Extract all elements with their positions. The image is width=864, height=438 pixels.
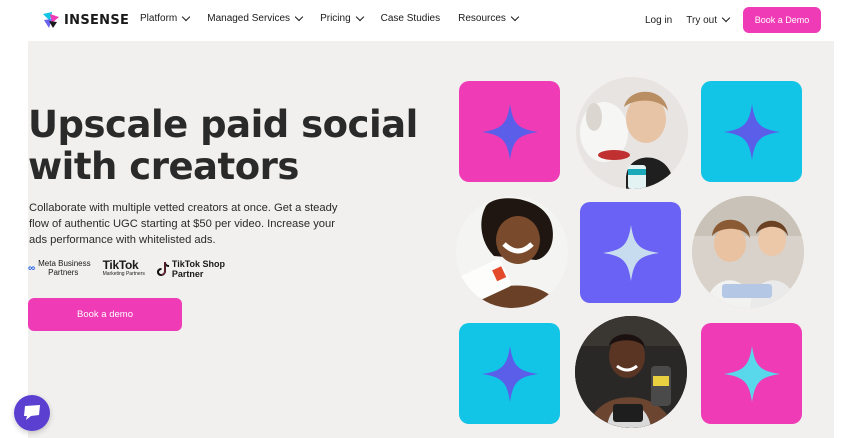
account-nav: Log in Try out Book a Demo: [645, 7, 821, 33]
hero-headline: Upscale paid social with creators: [28, 104, 418, 188]
nav-item-platform[interactable]: Platform: [140, 12, 191, 24]
nav-item-label: Resources: [458, 13, 506, 24]
sparkle-star-icon: [723, 345, 780, 402]
nav-item-case-studies[interactable]: Case Studies: [381, 13, 440, 24]
tiktok-partner-badge: TikTok Marketing Partners: [103, 259, 145, 277]
nav-item-pricing[interactable]: Pricing: [320, 12, 364, 24]
creator-photo-kids: [692, 196, 804, 308]
chevron-down-icon: [355, 12, 364, 21]
chat-widget-button[interactable]: [14, 395, 50, 431]
hero-subtitle: Collaborate with multiple vetted creator…: [29, 202, 338, 246]
nav-item-label: Pricing: [320, 13, 351, 24]
chevron-down-icon: [294, 12, 304, 21]
meta-partner-badge: ∞ Meta Business Partners: [28, 259, 91, 277]
sparkle-tile-cyan-bottom: [459, 323, 560, 424]
creator-photo-product: [456, 196, 568, 308]
sparkle-star-icon: [602, 224, 659, 281]
main-nav: Platform Managed Services Pricing Case S…: [140, 12, 536, 24]
partner-badges: ∞ Meta Business Partners TikTok Marketin…: [28, 259, 225, 279]
sparkle-star-icon: [723, 103, 780, 160]
tiktok-shop-partner-badge: TikTok Shop Partner: [156, 259, 226, 279]
chevron-down-icon: [181, 12, 191, 21]
top-navigation: INSENSE Platform Managed Services Pricin…: [0, 0, 864, 40]
try-out-label: Try out: [686, 14, 717, 26]
sparkle-tile-pink: [459, 81, 560, 182]
login-link[interactable]: Log in: [645, 15, 672, 26]
book-demo-cta-button[interactable]: Book a demo: [28, 298, 182, 331]
hero-headline-line2: with creators: [28, 145, 299, 188]
tiktok-logo-icon: [156, 262, 169, 276]
sparkle-star-icon: [481, 103, 538, 160]
insense-logo-icon: [42, 11, 60, 29]
sparkle-tile-pink-bottom: [701, 323, 802, 424]
try-out-menu[interactable]: Try out: [686, 13, 731, 26]
nav-item-resources[interactable]: Resources: [458, 12, 520, 24]
sparkle-star-icon: [481, 345, 538, 402]
tiktok-partner-sub: Marketing Partners: [102, 271, 145, 277]
hero-headline-line1: Upscale paid social: [28, 103, 418, 146]
tiktok-shop-line1: TikTok Shop: [171, 259, 226, 269]
chevron-down-icon: [721, 13, 731, 23]
brand-name: INSENSE: [64, 12, 130, 28]
tiktok-partner-name: TikTok: [102, 258, 139, 272]
meta-logo-icon: ∞: [28, 262, 36, 274]
nav-item-label: Case Studies: [380, 13, 441, 24]
nav-item-label: Platform: [140, 13, 178, 24]
sparkle-tile-cyan: [701, 81, 802, 182]
creator-photo-fitness: [575, 316, 687, 428]
chat-icon: [24, 405, 40, 420]
chevron-down-icon: [510, 12, 520, 21]
brand-logo[interactable]: INSENSE: [42, 11, 129, 29]
nav-item-label: Managed Services: [207, 13, 291, 24]
creator-photo-dog: [576, 77, 688, 189]
tiktok-shop-line2: Partner: [171, 269, 204, 279]
meta-partner-line1: Meta Business: [38, 259, 91, 268]
book-demo-button[interactable]: Book a Demo: [743, 7, 821, 33]
nav-item-managed-services[interactable]: Managed Services: [207, 12, 304, 24]
sparkle-tile-indigo: [580, 202, 681, 303]
meta-partner-line2: Partners: [48, 268, 79, 277]
